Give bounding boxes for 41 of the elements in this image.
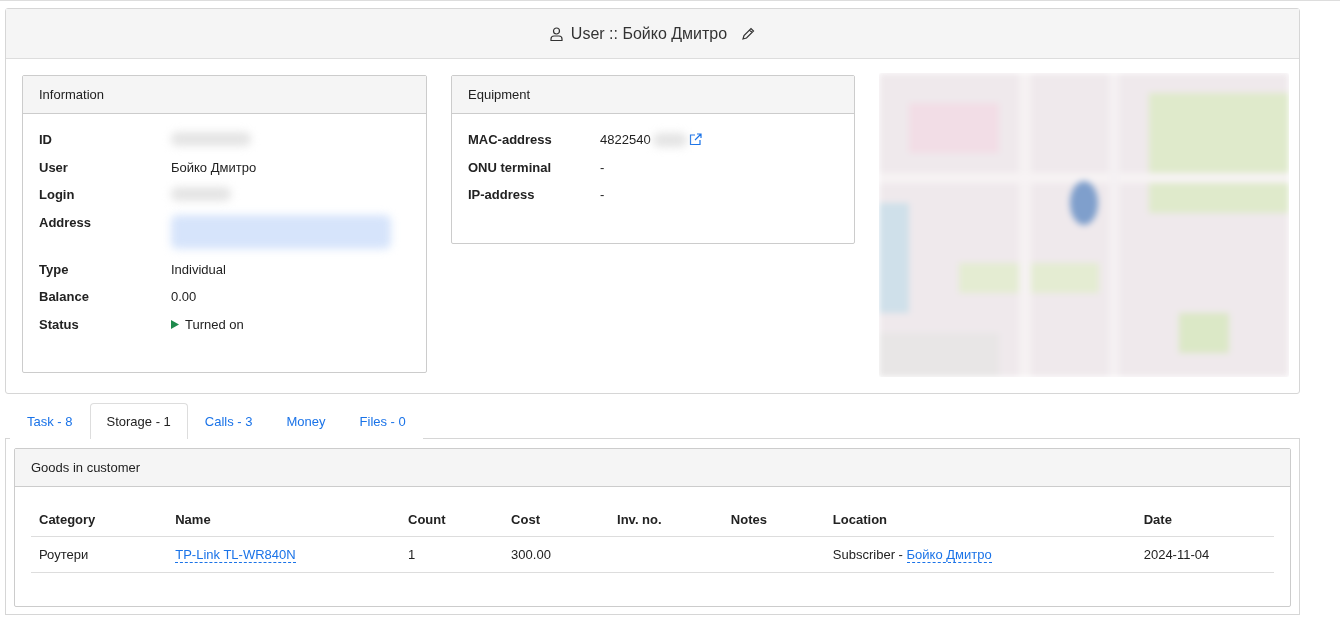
field-value: - <box>600 187 605 202</box>
column-header: Location <box>824 503 1136 537</box>
pencil-icon[interactable] <box>741 26 756 41</box>
field-label: User <box>39 159 69 175</box>
field-label: ID <box>39 132 53 147</box>
mac-value: 4822540 <box>600 132 651 147</box>
field-value: 0.00 <box>171 289 197 304</box>
external-link-icon[interactable] <box>688 133 702 146</box>
column-header: Cost <box>503 503 610 537</box>
table-cell: 2024-11-04 <box>1135 536 1274 573</box>
column-header: Name <box>167 503 400 537</box>
page-title: User :: Бойко Дмитро <box>570 24 728 43</box>
field-label: Address <box>39 214 93 230</box>
field-value: Individual <box>171 261 226 277</box>
field-value: - <box>600 159 605 175</box>
table-cell: 1 <box>400 536 504 573</box>
field-label: ONU terminal <box>468 159 553 175</box>
column-header: Inv. no. <box>609 503 723 537</box>
table-cell: 300.00 <box>503 536 610 573</box>
panel-title: Goods in customer <box>15 449 1290 487</box>
field-label: Type <box>39 261 70 277</box>
table-cell: Роутери <box>31 536 168 573</box>
field-label: Login <box>39 187 76 202</box>
subscriber-link[interactable]: Бойко Дмитро <box>906 547 992 563</box>
field-label: MAC-address <box>468 132 553 147</box>
column-header: Category <box>31 503 168 537</box>
panel-title: Information <box>23 76 426 114</box>
tab[interactable]: Storage - 1 <box>89 403 188 439</box>
field-label: Status <box>39 316 80 332</box>
product-link[interactable]: TP-Link TL-WR840N <box>175 547 296 563</box>
status-value: Turned on <box>185 316 244 332</box>
column-header: Date <box>1135 503 1274 537</box>
location-text: Subscriber - <box>832 547 904 562</box>
column-header: Notes <box>722 503 825 537</box>
column-header: Count <box>400 503 504 537</box>
redacted-value <box>652 132 687 147</box>
panel-title: Equipment <box>452 76 854 114</box>
field-value: Бойко Дмитро <box>171 159 257 175</box>
field-label: IP-address <box>468 187 536 202</box>
user-icon <box>549 26 563 41</box>
field-label: Balance <box>39 289 90 304</box>
